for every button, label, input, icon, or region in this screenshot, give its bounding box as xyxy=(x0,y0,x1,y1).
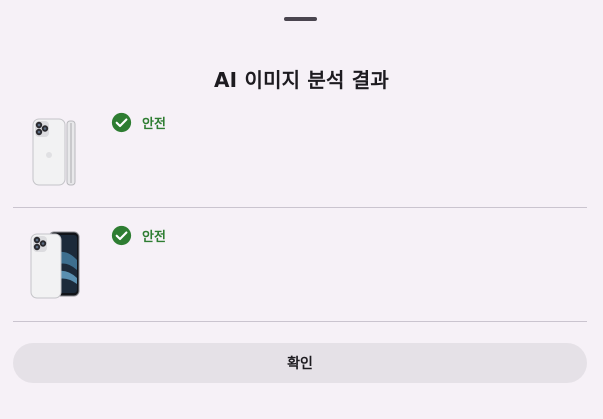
drag-handle[interactable] xyxy=(284,17,317,21)
divider xyxy=(13,321,587,322)
status-badge: 안전 xyxy=(111,112,166,133)
status-badge: 안전 xyxy=(111,225,166,246)
check-circle-icon xyxy=(111,225,132,246)
status-label: 안전 xyxy=(142,230,166,245)
status-label: 안전 xyxy=(142,117,166,132)
phone-front-back-image xyxy=(30,231,80,299)
check-circle-icon xyxy=(111,112,132,133)
confirm-button[interactable]: 확인 xyxy=(13,343,587,383)
result-item: 안전 xyxy=(13,208,587,322)
result-item: 안전 xyxy=(13,105,587,207)
bottom-sheet: AI 이미지 분석 결과 안전 안전 확인 xyxy=(0,0,603,419)
phone-back-white-image xyxy=(32,118,76,186)
sheet-title: AI 이미지 분석 결과 xyxy=(213,68,389,92)
